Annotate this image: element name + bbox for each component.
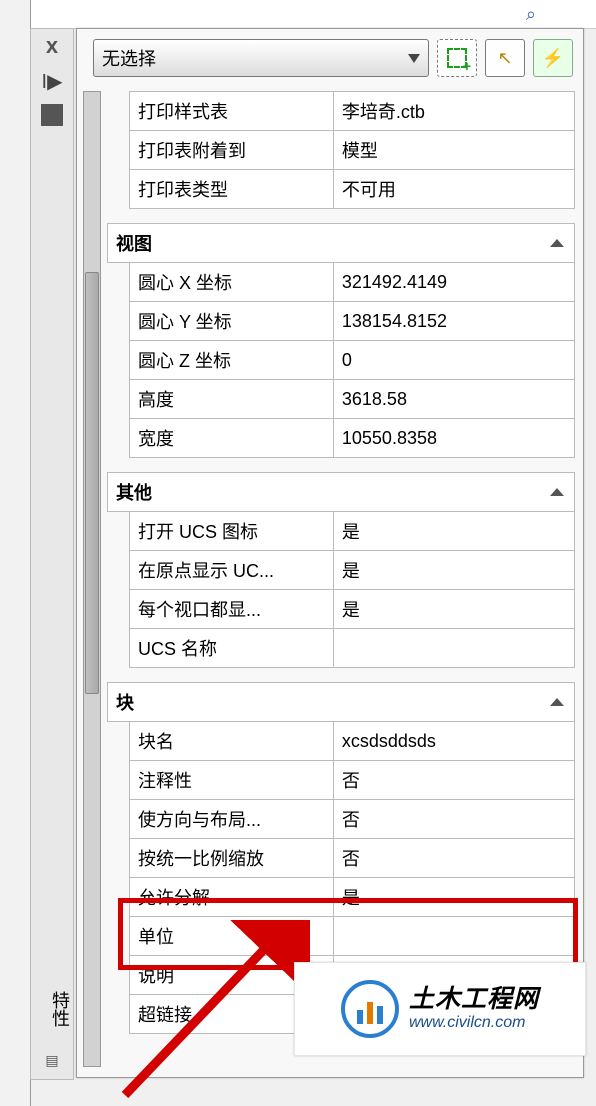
chevron-down-icon	[408, 54, 420, 63]
pick-add-button[interactable]: ↖	[485, 39, 525, 77]
prop-value[interactable]: xcsdsddsds	[333, 722, 574, 761]
table-row[interactable]: 打开 UCS 图标是	[130, 512, 575, 551]
prop-label: 高度	[130, 380, 334, 419]
prop-value[interactable]: 是	[333, 551, 574, 590]
table-row[interactable]: 块名xcsdsddsds	[130, 722, 575, 761]
prop-label: 按统一比例缩放	[130, 839, 334, 878]
select-icon	[447, 48, 467, 68]
prop-label: 圆心 X 坐标	[130, 263, 334, 302]
scrollbar-track[interactable]	[83, 91, 101, 1067]
lightning-icon: ⚡	[542, 48, 564, 69]
prop-value[interactable]: 否	[333, 800, 574, 839]
prop-label: 每个视口都显...	[130, 590, 334, 629]
prop-label: 圆心 Z 坐标	[130, 341, 334, 380]
table-row[interactable]: 打印表附着到 模型	[130, 131, 575, 170]
palette-side-strip[interactable]: x I▶ 特性 ▤	[30, 28, 74, 1080]
table-row[interactable]: 打印样式表 李培奇.ctb	[130, 92, 575, 131]
section-title: 视图	[116, 234, 152, 254]
table-row[interactable]: 在原点显示 UC...是	[130, 551, 575, 590]
app-top-fragment: ⌕	[0, 0, 596, 29]
prop-label: 宽度	[130, 419, 334, 458]
watermark-url: www.civilcn.com	[409, 1014, 539, 1032]
prop-value[interactable]: 是	[333, 878, 574, 917]
table-row[interactable]: 注释性否	[130, 761, 575, 800]
watermark-logo-icon	[341, 980, 399, 1038]
table-row[interactable]: 圆心 Z 坐标0	[130, 341, 575, 380]
collapse-up-icon	[550, 488, 564, 496]
autohide-toggle-icon[interactable]: I▶	[31, 69, 73, 94]
prop-value[interactable]: 0	[333, 341, 574, 380]
prop-label: 打印样式表	[130, 92, 334, 131]
search-icon: ⌕	[526, 4, 536, 25]
palette-title: 特性	[31, 989, 73, 1029]
prop-value[interactable]: 否	[333, 839, 574, 878]
watermark: 土木工程网 www.civilcn.com	[294, 962, 586, 1056]
prop-value[interactable]: 是	[333, 590, 574, 629]
selection-combo-label: 无选择	[102, 45, 156, 71]
table-row[interactable]: UCS 名称	[130, 629, 575, 668]
table-row[interactable]: 打印表类型 不可用	[130, 170, 575, 209]
prop-value[interactable]: 是	[333, 512, 574, 551]
section-header-other[interactable]: 其他	[108, 473, 575, 512]
section-title: 其他	[116, 483, 152, 503]
cursor-icon: ↖	[497, 48, 512, 69]
menu-icon[interactable]	[41, 104, 63, 126]
table-row[interactable]: 每个视口都显...是	[130, 590, 575, 629]
prop-value[interactable]	[333, 629, 574, 668]
properties-content: 打印样式表 李培奇.ctb 打印表附着到 模型 打印表类型 不可用 视图	[107, 91, 575, 1067]
view-group: 圆心 X 坐标321492.4149 圆心 Y 坐标138154.8152 圆心…	[129, 263, 575, 458]
prop-value[interactable]: 321492.4149	[333, 263, 574, 302]
section-header-block[interactable]: 块	[108, 683, 575, 722]
print-group: 打印样式表 李培奇.ctb 打印表附着到 模型 打印表类型 不可用	[129, 91, 575, 209]
section-title: 块	[116, 693, 134, 713]
table-row-highlight[interactable]: 允许分解是	[130, 878, 575, 917]
options-icon[interactable]: ▤	[31, 1052, 73, 1069]
prop-label: 注释性	[130, 761, 334, 800]
table-row[interactable]: 单位	[130, 917, 575, 956]
prop-value[interactable]: 否	[333, 761, 574, 800]
prop-value[interactable]: 138154.8152	[333, 302, 574, 341]
prop-value[interactable]: 李培奇.ctb	[333, 92, 574, 131]
section-header-view[interactable]: 视图	[108, 224, 575, 263]
prop-label: UCS 名称	[130, 629, 334, 668]
prop-value[interactable]	[333, 917, 574, 956]
collapse-up-icon	[550, 239, 564, 247]
prop-label: 允许分解	[130, 878, 334, 917]
table-row[interactable]: 按统一比例缩放否	[130, 839, 575, 878]
table-row[interactable]: 使方向与布局...否	[130, 800, 575, 839]
prop-label: 打开 UCS 图标	[130, 512, 334, 551]
selection-combo[interactable]: 无选择	[93, 39, 429, 77]
other-group: 打开 UCS 图标是 在原点显示 UC...是 每个视口都显...是 UCS 名…	[129, 512, 575, 668]
prop-value[interactable]: 10550.8358	[333, 419, 574, 458]
app-left-ruler	[0, 0, 31, 1106]
watermark-title: 土木工程网	[409, 986, 539, 1014]
scrollbar-thumb[interactable]	[85, 272, 99, 694]
prop-label: 打印表类型	[130, 170, 334, 209]
table-row[interactable]: 圆心 Y 坐标138154.8152	[130, 302, 575, 341]
prop-value[interactable]: 3618.58	[333, 380, 574, 419]
table-row[interactable]: 圆心 X 坐标321492.4149	[130, 263, 575, 302]
collapse-up-icon	[550, 698, 564, 706]
quick-select-button[interactable]	[437, 39, 477, 77]
prop-value[interactable]: 模型	[333, 131, 574, 170]
table-row[interactable]: 宽度10550.8358	[130, 419, 575, 458]
prop-label: 打印表附着到	[130, 131, 334, 170]
prop-label: 圆心 Y 坐标	[130, 302, 334, 341]
quick-properties-button[interactable]: ⚡	[533, 39, 573, 77]
prop-value[interactable]: 不可用	[333, 170, 574, 209]
prop-label: 使方向与布局...	[130, 800, 334, 839]
prop-label: 单位	[130, 917, 334, 956]
close-icon[interactable]: x	[31, 29, 73, 59]
prop-label: 块名	[130, 722, 334, 761]
panel-toolbar: 无选择 ↖ ⚡	[77, 29, 583, 89]
properties-panel: 无选择 ↖ ⚡ 打印样式表 李培奇.ctb 打印表附着到 模型	[76, 28, 584, 1078]
table-row[interactable]: 高度3618.58	[130, 380, 575, 419]
prop-label: 在原点显示 UC...	[130, 551, 334, 590]
